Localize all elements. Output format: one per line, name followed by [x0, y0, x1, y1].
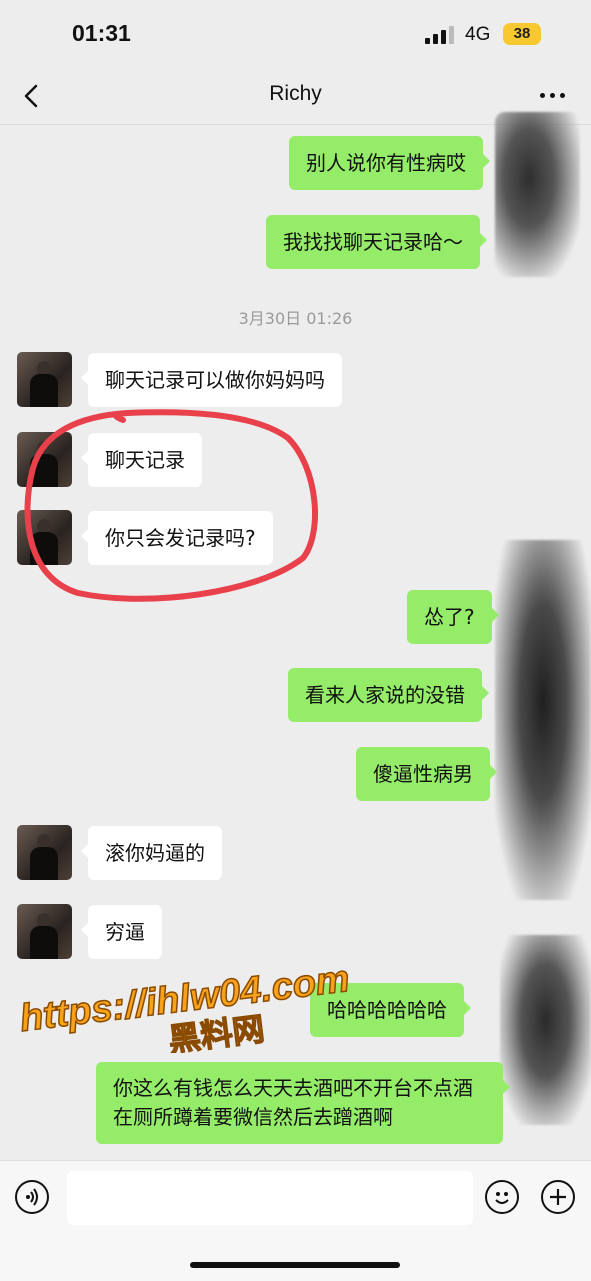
- censor-scribble: [500, 935, 591, 1125]
- ellipsis-icon[interactable]: [538, 82, 568, 106]
- emoji-icon[interactable]: [485, 1180, 519, 1214]
- home-indicator: [190, 1262, 400, 1268]
- message-bubble-incoming[interactable]: 聊天记录可以做你妈妈吗: [81, 353, 342, 407]
- plus-icon[interactable]: [541, 1180, 575, 1214]
- message-bubble-outgoing[interactable]: 我找找聊天记录哈～: [266, 215, 487, 269]
- status-bar: 01:31 4G 38: [0, 0, 591, 70]
- message-timestamp: 3月30日 01:26: [238, 309, 353, 328]
- message-bubble-outgoing[interactable]: 看来人家说的没错: [288, 668, 489, 722]
- chat-title: Richy: [269, 82, 322, 105]
- censor-scribble: [495, 540, 591, 900]
- message-bubble-outgoing[interactable]: 怂了?: [407, 590, 499, 644]
- voice-icon[interactable]: [15, 1180, 49, 1214]
- message-bubble-incoming[interactable]: 滚你妈逼的: [81, 826, 222, 880]
- avatar[interactable]: [17, 352, 72, 407]
- battery-badge: 38: [503, 23, 541, 45]
- avatar[interactable]: [17, 825, 72, 880]
- network-type: 4G: [465, 24, 491, 45]
- message-bubble-outgoing[interactable]: 别人说你有性病哎: [289, 136, 490, 190]
- status-time: 01:31: [72, 20, 131, 46]
- message-bubble-outgoing[interactable]: 你这么有钱怎么天天去酒吧不开台不点酒 在厕所蹲着要微信然后去蹭酒啊: [96, 1062, 510, 1144]
- censor-scribble: [495, 112, 580, 277]
- message-bubble-outgoing[interactable]: 傻逼性病男: [356, 747, 497, 801]
- message-input[interactable]: [67, 1171, 473, 1225]
- annotation-circle: [24, 409, 318, 602]
- signal-icon: [425, 26, 455, 44]
- watermark: https://ihlw04.com 黑料网: [17, 957, 353, 1053]
